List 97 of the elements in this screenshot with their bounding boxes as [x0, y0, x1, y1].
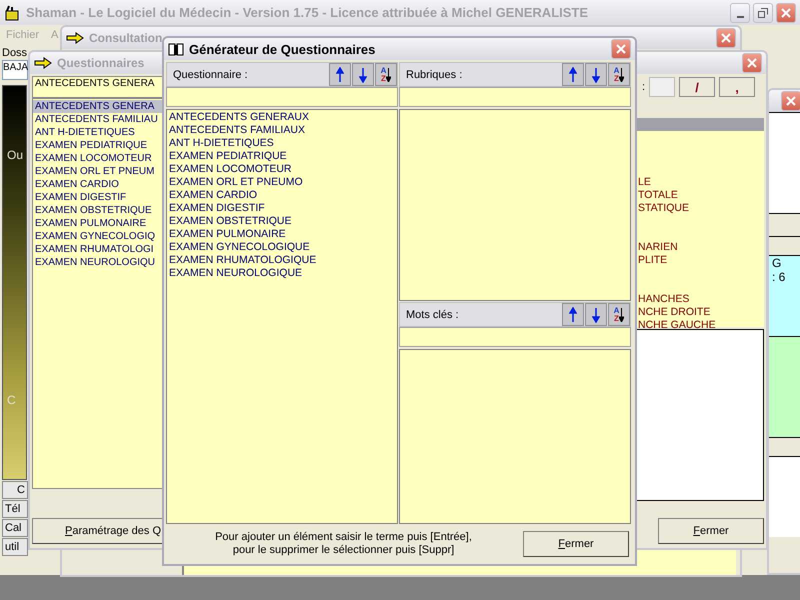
down-arrow-icon: [592, 306, 600, 323]
list-item[interactable]: EXAMEN ORL ET PNEUM: [33, 165, 165, 178]
move-up-button[interactable]: [562, 303, 584, 326]
restore-icon: [758, 8, 768, 18]
down-arrow-icon: [619, 308, 624, 322]
book-icon: [168, 42, 184, 56]
restore-button[interactable]: [753, 2, 773, 22]
list-item[interactable]: EXAMEN OBSTETRIQUE: [33, 204, 165, 217]
list-item[interactable]: EXAMEN NEUROLOGIQU: [33, 256, 165, 269]
questionnaire-input[interactable]: [166, 87, 398, 107]
panel-label: Questionnaire :: [173, 68, 248, 80]
move-up-button[interactable]: [329, 63, 351, 86]
panel-label: Mots clés :: [406, 308, 459, 321]
info-text: G: [771, 256, 782, 270]
list-item[interactable]: NCHE DROITE: [636, 306, 764, 319]
list-item[interactable]: EXAMEN DIGESTIF: [33, 191, 165, 204]
field-label: Doss: [2, 47, 28, 59]
up-arrow-icon: [569, 306, 577, 323]
list-item[interactable]: EXAMEN LOCOMOTEUR: [167, 163, 397, 176]
close-icon: [786, 96, 796, 106]
list-item[interactable]: LE: [636, 176, 764, 189]
close-button[interactable]: [781, 91, 800, 111]
side-button[interactable]: Tél: [2, 500, 28, 518]
down-arrow-icon: [592, 66, 600, 82]
list-item[interactable]: EXAMEN LOCOMOTEUR: [33, 152, 165, 165]
panel-label: Ou: [7, 148, 24, 162]
minimize-button[interactable]: [730, 2, 750, 22]
close-icon: [721, 33, 731, 43]
list-item[interactable]: EXAMEN NEUROLOGIQUE: [167, 267, 397, 280]
list-item[interactable]: ANTECEDENTS FAMILIAUX: [167, 124, 397, 137]
window-title: Consultation: [89, 31, 162, 45]
list-item[interactable]: EXAMEN CARDIO: [33, 178, 165, 191]
text-field[interactable]: BAJA: [2, 60, 28, 80]
close-icon: [781, 8, 791, 18]
list-item[interactable]: EXAMEN PULMONAIRE: [167, 228, 397, 241]
help-text: Pour ajouter un élément saisir le terme puis [Entrée], pour le supprimer le sélectionner puis [Suppr]: [214, 531, 473, 557]
sort-button[interactable]: A Z: [608, 303, 630, 326]
list-item[interactable]: EXAMEN DIGESTIF: [167, 202, 397, 215]
move-down-button[interactable]: [585, 303, 607, 326]
move-up-button[interactable]: [562, 63, 584, 86]
close-text-button[interactable]: Fermer: [523, 531, 629, 557]
list-item[interactable]: ANT H-DIETETIQUES: [167, 137, 397, 150]
move-down-button[interactable]: [352, 63, 374, 86]
list-item[interactable]: ANTECEDENTS GENERAUX: [167, 111, 397, 124]
arrow-icon: [66, 32, 84, 44]
panel-label: C: [7, 393, 17, 407]
side-button[interactable]: C: [2, 481, 28, 499]
color-field[interactable]: [649, 77, 676, 97]
window-title: Shaman - Le Logiciel du Médecin - Version 1.75 - Licence attribuée à Michel GENERALISTE: [26, 5, 588, 20]
down-arrow-icon: [359, 66, 367, 82]
list-item[interactable]: NARIEN: [636, 241, 764, 254]
rubrique-input[interactable]: [399, 87, 631, 107]
dialog-title: Générateur de Questionnaires: [189, 42, 376, 56]
list-item[interactable]: EXAMEN GYNECOLOGIQUE: [167, 241, 397, 254]
list-item[interactable]: STATIQUE: [636, 202, 764, 215]
keyword-input[interactable]: [399, 327, 631, 348]
close-icon: [747, 58, 757, 68]
minimize-icon: [736, 16, 744, 18]
list-item[interactable]: HANCHES: [636, 293, 764, 306]
info-text: : 6: [771, 270, 786, 284]
close-button[interactable]: [716, 28, 736, 48]
app-icon: [4, 4, 20, 20]
down-arrow-icon: [619, 68, 624, 82]
list-item[interactable]: EXAMEN PEDIATRIQUE: [33, 139, 165, 152]
close-button[interactable]: [742, 53, 762, 73]
toolbar-button[interactable]: ,: [719, 77, 756, 97]
close-icon: [616, 44, 626, 54]
list-item[interactable]: PLITE: [636, 254, 764, 267]
sort-button[interactable]: A Z: [375, 63, 397, 86]
field-label: :: [642, 81, 646, 93]
list-item[interactable]: NCHE GAUCHE: [636, 319, 764, 332]
window-title: Questionnaires: [57, 56, 144, 70]
close-text-button[interactable]: Fermer: [658, 518, 764, 544]
list-item[interactable]: EXAMEN CARDIO: [167, 189, 397, 202]
list-item[interactable]: EXAMEN ORL ET PNEUMO: [167, 176, 397, 189]
list-item[interactable]: EXAMEN PEDIATRIQUE: [167, 150, 397, 163]
sort-button[interactable]: A Z: [608, 63, 630, 86]
list-item[interactable]: EXAMEN RHUMATOLOGI: [33, 243, 165, 256]
side-button[interactable]: util: [2, 538, 28, 556]
side-button[interactable]: Cal: [2, 519, 28, 537]
list-item[interactable]: EXAMEN PULMONAIRE: [33, 217, 165, 230]
list-item[interactable]: ANTECEDENTS GENERA: [33, 100, 165, 113]
list-item[interactable]: TOTALE: [636, 189, 764, 202]
close-button[interactable]: [611, 39, 631, 59]
list-item[interactable]: ANTECEDENTS FAMILIAU: [33, 113, 165, 126]
arrow-icon: [34, 57, 52, 69]
up-arrow-icon: [569, 66, 577, 82]
list-item[interactable]: ANT H-DIETETIQUES: [33, 126, 165, 139]
up-arrow-icon: [336, 66, 344, 82]
list-item[interactable]: EXAMEN OBSTETRIQUE: [167, 215, 397, 228]
list-item[interactable]: EXAMEN RHUMATOLOGIQUE: [167, 254, 397, 267]
list-item[interactable]: EXAMEN GYNECOLOGIQ: [33, 230, 165, 243]
move-down-button[interactable]: [585, 63, 607, 86]
close-button[interactable]: [776, 2, 796, 22]
toolbar-button[interactable]: /: [679, 77, 716, 97]
down-arrow-icon: [386, 68, 392, 82]
panel-label: Rubriques :: [406, 68, 462, 80]
